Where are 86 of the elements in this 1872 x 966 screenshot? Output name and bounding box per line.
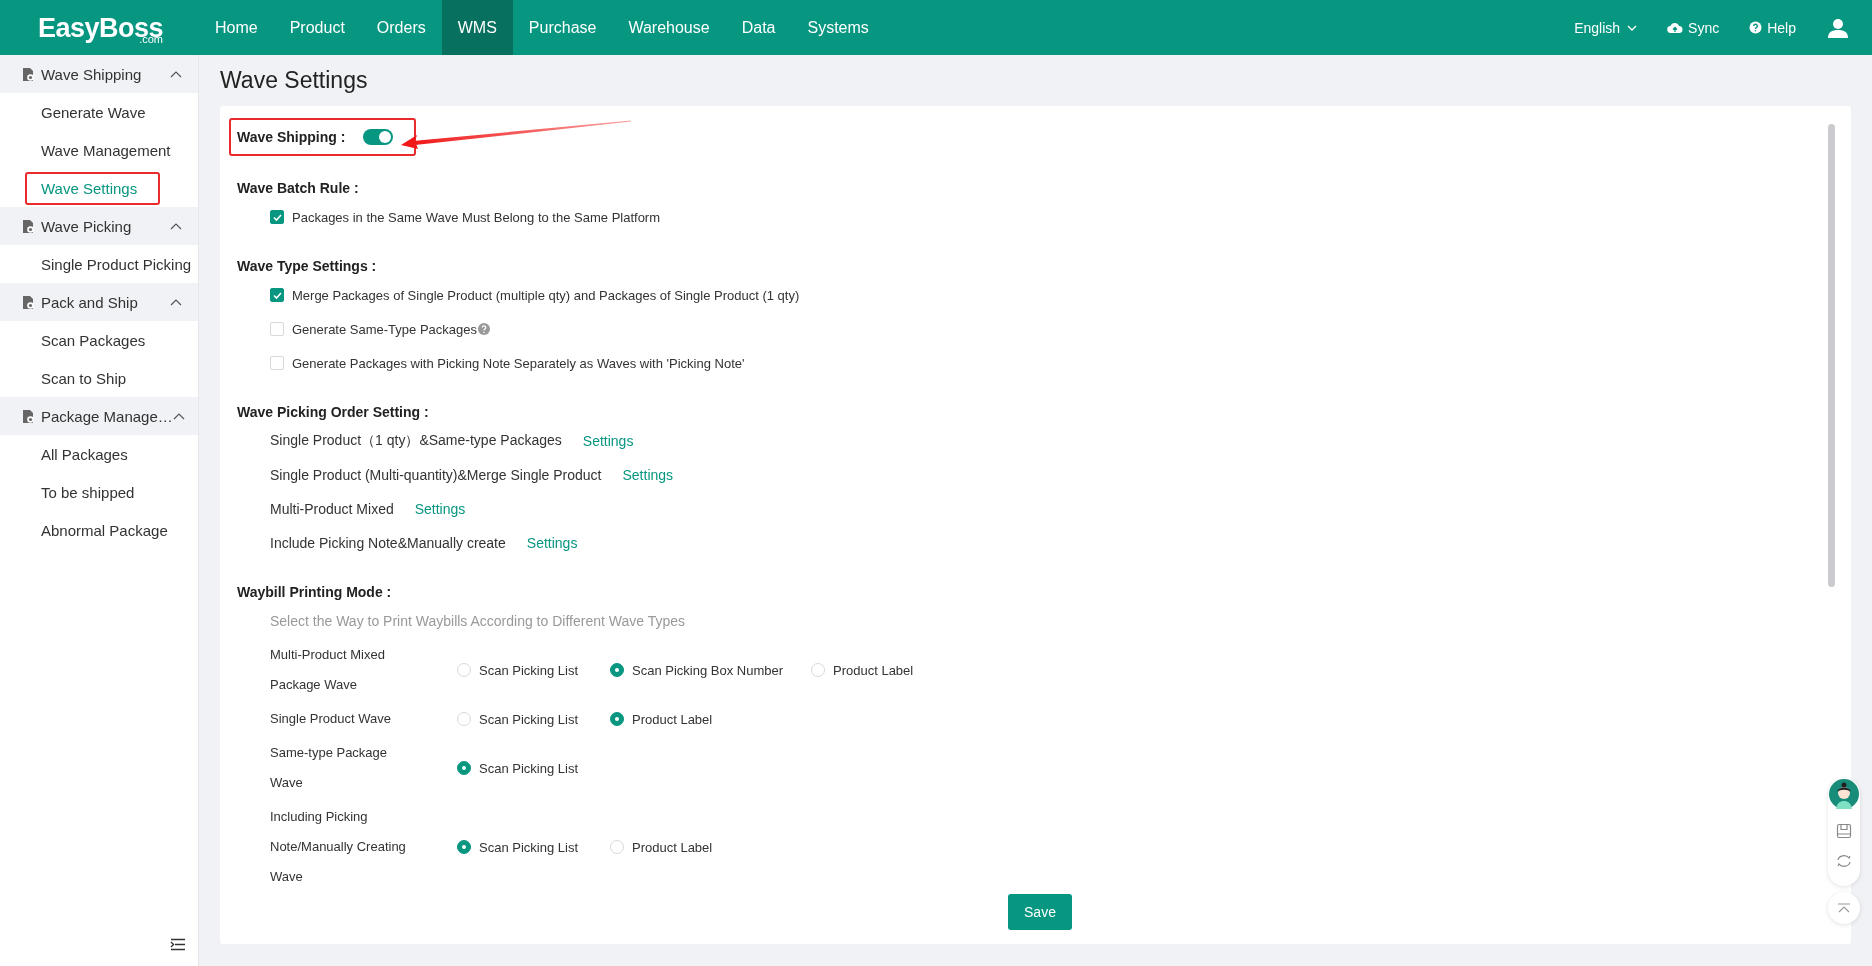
section-title: Wave Batch Rule : (237, 179, 360, 198)
nav-tab[interactable]: Orders (360, 0, 442, 55)
hint-text: Select the Way to Print Waybills According to Different Wave Types (269, 612, 686, 631)
sidebar-item[interactable]: Generate Wave (0, 103, 146, 121)
section-title: Wave Picking Order Setting : (237, 403, 430, 422)
sidebar-group-header[interactable]: Wave Picking (0, 207, 198, 245)
section-title: Wave Type Settings : (237, 257, 378, 276)
help-icon[interactable] (478, 323, 490, 335)
group-label: Pack and Ship (41, 293, 139, 311)
checkbox-label: Generate Same-Type Packages (292, 321, 477, 337)
nav-tab[interactable]: Data (725, 0, 792, 55)
save-button[interactable]: Save (1008, 894, 1072, 930)
document-gear-icon (22, 66, 34, 82)
sidebar-item[interactable]: Scan to Ship (0, 369, 127, 387)
chevron-up-icon (172, 412, 185, 420)
collapse-menu-icon[interactable] (170, 937, 186, 951)
row-label: Same-type Package Wave (270, 744, 389, 792)
sync-link[interactable]: Sync (1688, 19, 1720, 36)
sidebar-item[interactable]: Wave Settings (0, 179, 138, 197)
radio-button[interactable] (610, 663, 624, 677)
radio-label: Scan Picking Box Number (632, 662, 783, 678)
settings-link[interactable]: Settings (414, 501, 466, 517)
document-gear-icon (22, 408, 34, 424)
sidebar-group-header[interactable]: Package Manage… (0, 397, 198, 435)
scrollbar-thumb[interactable] (1828, 124, 1835, 587)
radio-label: Product Label (833, 662, 914, 678)
toggle-switch[interactable] (363, 129, 394, 145)
document-gear-icon (22, 218, 34, 234)
nav-tab[interactable]: Systems (791, 0, 885, 55)
checkbox[interactable] (270, 288, 284, 302)
settings-link[interactable]: Settings (526, 535, 578, 551)
language-selector[interactable]: English (1574, 19, 1638, 36)
chevron-down-icon (1627, 24, 1638, 31)
chevron-up-icon (170, 298, 182, 306)
help-link[interactable]: Help (1767, 19, 1796, 36)
help-icon[interactable] (1749, 21, 1763, 34)
section-title: Waybill Printing Mode : (237, 583, 393, 602)
checkbox[interactable] (270, 210, 284, 224)
chevron-up-icon (170, 222, 182, 230)
setting-label: Single Product (Multi-quantity)&Merge Single Product (270, 467, 602, 483)
sidebar-item[interactable]: Single Product Picking (0, 255, 192, 273)
radio-label: Product Label (632, 839, 713, 855)
radio-button[interactable] (457, 761, 471, 775)
sidebar-group-header[interactable]: Wave Shipping (0, 55, 198, 93)
setting-label: Wave Shipping : (237, 129, 346, 145)
sidebar-item[interactable]: Scan Packages (0, 331, 146, 349)
radio-label: Scan Picking List (479, 711, 578, 727)
radio-label: Product Label (632, 711, 713, 727)
refresh-icon[interactable] (1836, 853, 1852, 869)
save-icon[interactable] (1836, 823, 1852, 839)
settings-link[interactable]: Settings (622, 467, 674, 483)
page-title: Wave Settings (220, 66, 369, 95)
setting-label: Include Picking Note&Manually create (270, 535, 506, 551)
checkbox-label: Generate Packages with Picking Note Separately as Waves with 'Picking Note' (292, 355, 745, 371)
group-label: Wave Shipping (41, 65, 143, 83)
nav-tab[interactable]: WMS (441, 0, 513, 55)
nav-tab[interactable]: Warehouse (612, 0, 726, 55)
sidebar-item[interactable]: To be shipped (0, 483, 135, 501)
sidebar-item[interactable]: Abnormal Package (0, 521, 168, 539)
checkbox-label: Packages in the Same Wave Must Belong to the Same Platform (292, 209, 661, 225)
radio-label: Scan Picking List (479, 839, 578, 855)
back-to-top-icon (1837, 903, 1851, 913)
cloud-upload-icon[interactable] (1667, 20, 1684, 35)
radio-label: Scan Picking List (479, 662, 578, 678)
nav-tab[interactable]: Purchase (512, 0, 613, 55)
sidebar-item[interactable]: Wave Management (0, 141, 171, 159)
nav-tab[interactable]: Home (199, 0, 274, 55)
user-icon[interactable] (1828, 17, 1848, 38)
row-label: Including Picking Note/Manually Creating Wave (270, 808, 407, 886)
setting-label: Single Product（1 qty）&Same-type Packages (270, 432, 562, 450)
row-label: Multi-Product Mixed Package Wave (270, 646, 386, 694)
checkbox-label: Merge Packages of Single Product (multiple qty) and Packages of Single Product (1 qty) (292, 287, 800, 303)
group-label: Package Manage… (41, 407, 173, 425)
settings-link[interactable]: Settings (582, 433, 634, 449)
avatar-icon[interactable] (1829, 779, 1859, 809)
sidebar-group-header[interactable]: Pack and Ship (0, 283, 198, 321)
group-label: Wave Picking (41, 217, 133, 235)
nav-tab[interactable]: Product (273, 0, 361, 55)
document-gear-icon (22, 294, 34, 310)
setting-label: Multi-Product Mixed (270, 501, 394, 517)
chevron-up-icon (170, 70, 182, 78)
radio-label: Scan Picking List (479, 760, 578, 776)
radio-button[interactable] (610, 712, 624, 726)
sidebar-item[interactable]: All Packages (0, 445, 128, 463)
radio-button[interactable] (457, 840, 471, 854)
row-label: Single Product Wave (270, 710, 392, 728)
